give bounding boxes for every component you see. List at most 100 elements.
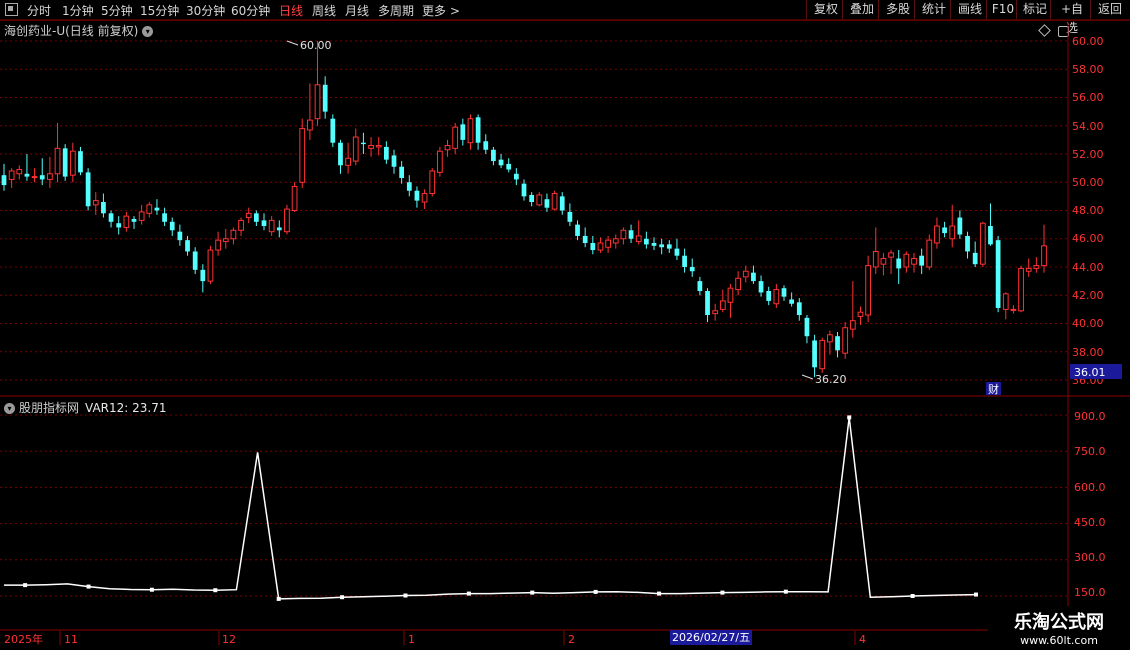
candle-body — [988, 226, 993, 245]
indicator-tick: 600.0 — [1074, 481, 1106, 494]
indicator-tick: 750.0 — [1074, 445, 1106, 458]
candle-body — [361, 142, 366, 145]
candle-body — [682, 255, 687, 267]
candle-body — [138, 211, 145, 221]
candle-body — [796, 302, 802, 316]
indicator-tick: 300.0 — [1074, 551, 1106, 564]
candle-body — [406, 182, 412, 191]
low-arrow — [801, 374, 814, 380]
candle-body — [605, 239, 611, 248]
indicator-point — [847, 415, 852, 420]
finance-marker-label: 财 — [988, 382, 999, 396]
price-tick: 44.00 — [1072, 261, 1104, 274]
candle-body — [47, 173, 53, 180]
candle-body — [567, 211, 573, 222]
candle-body — [949, 225, 956, 240]
candle-body — [582, 235, 588, 243]
candle-body — [460, 124, 466, 140]
indicator-chart — [4, 415, 978, 601]
indicator-value: VAR12: 23.71 — [85, 401, 167, 415]
candle-body — [575, 224, 580, 236]
candle-body — [391, 155, 397, 167]
candle-body — [742, 270, 749, 278]
low-price-label: 36.20 — [815, 373, 847, 386]
candle-body — [957, 217, 963, 235]
candle-body — [54, 147, 61, 175]
candle-body — [1025, 267, 1032, 272]
candle-body — [849, 320, 856, 330]
price-tick: 42.00 — [1072, 289, 1104, 302]
watermark-title: 乐淘公式网 — [1014, 612, 1104, 633]
candle-body — [284, 208, 290, 233]
candle-body — [245, 212, 252, 219]
candle-body — [612, 238, 619, 244]
candle-body — [253, 213, 259, 222]
candle-body — [529, 194, 535, 203]
candle-body — [475, 117, 481, 143]
candle-body — [896, 258, 902, 269]
indicator-point — [593, 589, 598, 594]
candle-body — [719, 300, 726, 310]
candle-body — [307, 119, 313, 131]
indicator-point — [720, 590, 725, 595]
indicator-point — [340, 595, 345, 600]
candle-body — [1002, 293, 1009, 310]
candle-body — [314, 84, 321, 120]
candle-body — [666, 244, 672, 249]
candle-body — [674, 248, 680, 256]
candle-body — [521, 183, 527, 197]
price-tick: 56.00 — [1072, 91, 1104, 104]
candle-body — [421, 193, 428, 203]
indicator-point — [657, 591, 662, 596]
indicator-point — [276, 596, 281, 601]
candle-body — [942, 227, 947, 234]
candle-body — [919, 255, 925, 266]
candle-body — [635, 235, 642, 243]
candle-body — [429, 170, 436, 195]
candle-body — [131, 218, 137, 222]
candle-body — [735, 277, 741, 291]
candle-body — [330, 118, 336, 143]
candle-body — [24, 173, 30, 177]
indicator-tick: 150.0 — [1074, 586, 1106, 599]
candle-body — [872, 250, 879, 268]
candle-body — [659, 244, 665, 248]
candle-body — [85, 172, 91, 207]
candle-body — [215, 239, 221, 251]
candle-body — [934, 225, 940, 244]
indicator-point — [910, 594, 915, 598]
price-tick: 52.00 — [1072, 148, 1104, 161]
indicator-point — [974, 592, 978, 597]
candle-body — [383, 146, 389, 160]
candle-body — [888, 252, 894, 258]
candle-body — [200, 269, 206, 282]
indicator-source: 股朋指标网 — [19, 401, 80, 415]
candle-body — [789, 299, 795, 304]
date-label: 2 — [568, 633, 575, 646]
candle-body — [92, 200, 99, 206]
candle-body — [705, 291, 710, 316]
indicator-tick: 900.0 — [1074, 410, 1106, 423]
watermark-url: www.60lt.com — [1020, 634, 1098, 647]
candle-body — [31, 176, 38, 179]
candle-body — [352, 136, 359, 162]
candle-body — [276, 227, 282, 231]
candle-body — [414, 190, 420, 201]
candle-body — [819, 339, 826, 370]
candle-body — [101, 202, 106, 214]
candle-body — [261, 220, 267, 227]
candle-body — [544, 199, 550, 208]
candle-body — [620, 229, 627, 240]
price-tick: 50.00 — [1072, 176, 1104, 189]
candle-body — [857, 311, 864, 317]
candle-body — [467, 118, 474, 144]
date-label: 12 — [222, 633, 236, 646]
date-label: 1 — [408, 633, 415, 646]
chevron-down-icon[interactable]: ▾ — [4, 403, 15, 414]
candle-body — [995, 240, 1001, 308]
candle-body — [185, 240, 190, 252]
candle-body — [979, 222, 986, 265]
candle-body — [751, 272, 756, 282]
indicator-point — [86, 584, 91, 589]
candle-body — [154, 207, 160, 211]
